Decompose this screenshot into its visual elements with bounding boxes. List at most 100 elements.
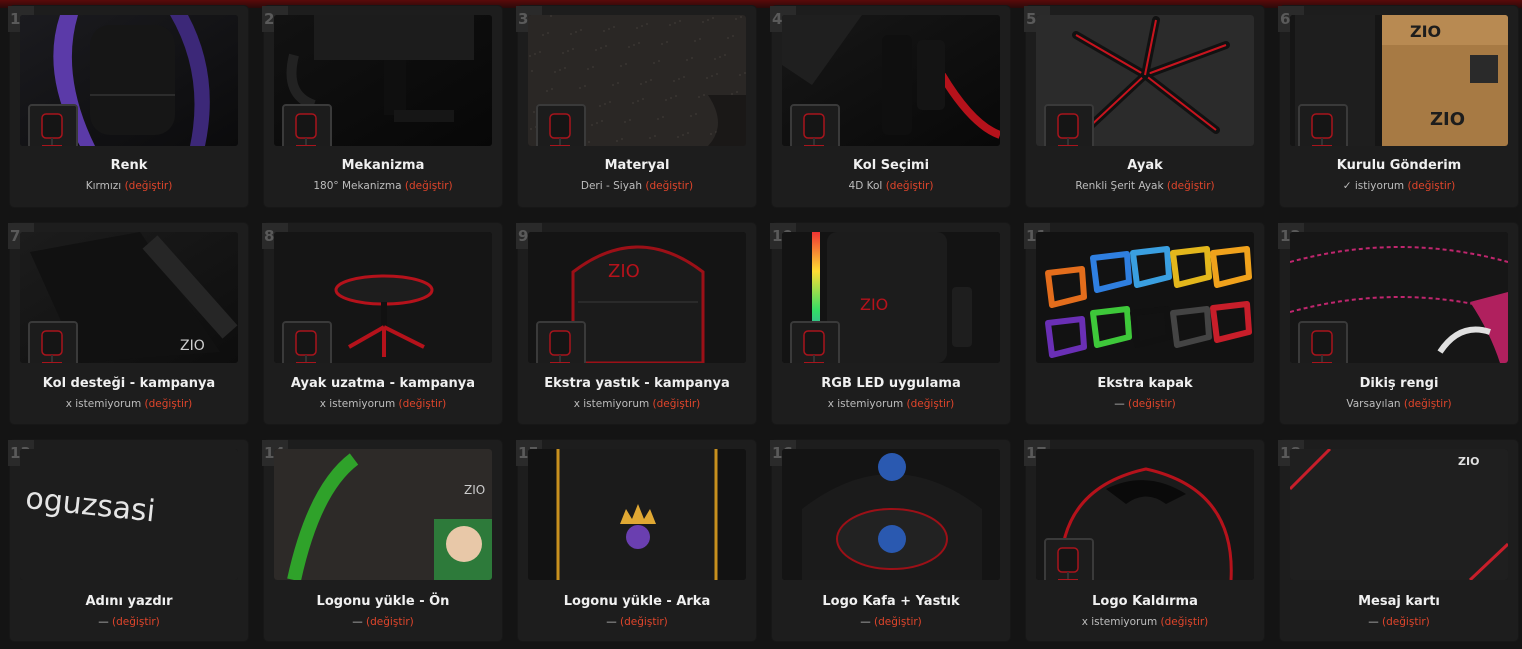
option-title: Materyal — [604, 158, 670, 173]
option-photo[interactable] — [782, 15, 1000, 146]
selected-value: Varsayılan — [1346, 398, 1401, 410]
change-link[interactable]: (değiştir) — [1404, 398, 1452, 410]
option-card[interactable]: 9 ZIO Ekstra yastık - kampanya x istemiyo… — [516, 223, 756, 424]
change-link[interactable]: (değiştir) — [653, 398, 701, 410]
option-card[interactable]: 7 ZIO Kol desteği - kampanya x istemiyoru… — [8, 223, 248, 424]
option-value-line: Renkli Şerit Ayak (değiştir) — [1026, 180, 1264, 192]
option-photo[interactable] — [1036, 232, 1254, 363]
option-title: Ekstra kapak — [1097, 376, 1193, 391]
option-title: Logo Kaldırma — [1092, 594, 1198, 609]
option-value-line: 180° Mekanizma (değiştir) — [264, 180, 502, 192]
change-link[interactable]: (değiştir) — [399, 398, 447, 410]
option-photo[interactable] — [528, 449, 746, 580]
option-card[interactable]: 17 Logo Kaldırmax istemiyorum (değiştir) — [1024, 440, 1264, 641]
option-card[interactable]: 5 Ayak Renkli Şerit Ayak (değiştir) — [1024, 6, 1264, 207]
option-card[interactable]: 16 Logo Kafa + Yastık— (değiştir) — [770, 440, 1010, 641]
selected-value: x istemiyorum — [1081, 616, 1158, 628]
option-photo[interactable]: ZIO — [1290, 449, 1508, 580]
change-link[interactable]: (değiştir) — [125, 180, 173, 192]
selected-variant-thumbnail[interactable] — [282, 104, 332, 146]
selected-value: — — [1114, 398, 1125, 410]
change-link[interactable]: (değiştir) — [907, 398, 955, 410]
option-card[interactable]: 13 oguzsasiAdını yazdır— (değiştir) — [8, 440, 248, 641]
option-card[interactable]: 8 Ayak uzatma - kampanya x istemiyorum (d… — [262, 223, 502, 424]
option-title: Ayak — [1127, 158, 1163, 173]
change-link[interactable]: (değiştir) — [1161, 616, 1209, 628]
option-photo[interactable] — [20, 15, 238, 146]
option-card[interactable]: 18 ZIOMesaj kartı— (değiştir) — [1278, 440, 1518, 641]
change-link[interactable]: (değiştir) — [112, 616, 160, 628]
option-card[interactable]: 2 Mekanizma 180° Mekanizma (değiştir) — [262, 6, 502, 207]
option-title: RGB LED uygulama — [821, 376, 961, 391]
option-card[interactable]: 6 ZIO ZIO Kurulu Gönderim ✓ istiyorum (de… — [1278, 6, 1518, 207]
option-photo[interactable] — [274, 232, 492, 363]
svg-text:ZIO: ZIO — [1458, 455, 1479, 468]
option-value-line: ✓ istiyorum (değiştir) — [1280, 180, 1518, 192]
selected-variant-thumbnail[interactable] — [28, 321, 78, 363]
option-card[interactable]: 10 ZIO RGB LED uygulamax istemiyorum (de… — [770, 223, 1010, 424]
selected-value: ✓ istiyorum — [1342, 180, 1405, 192]
change-link[interactable]: (değiştir) — [1408, 180, 1456, 192]
change-link[interactable]: (değiştir) — [645, 180, 693, 192]
selected-variant-thumbnail[interactable] — [28, 104, 78, 146]
option-card[interactable]: 11Ekstra kapak— (değiştir) — [1024, 223, 1264, 424]
selected-value: x istemiyorum — [319, 398, 396, 410]
change-link[interactable]: (değiştir) — [1167, 180, 1215, 192]
change-link[interactable]: (değiştir) — [366, 616, 414, 628]
change-link[interactable]: (değiştir) — [1382, 616, 1430, 628]
change-link[interactable]: (değiştir) — [886, 180, 934, 192]
option-title: Dikiş rengi — [1359, 376, 1439, 391]
selected-value: — — [98, 616, 109, 628]
option-value-line: Deri - Siyah (değiştir) — [518, 180, 756, 192]
option-photo[interactable] — [1036, 15, 1254, 146]
selected-variant-thumbnail[interactable] — [536, 104, 586, 146]
change-link[interactable]: (değiştir) — [405, 180, 453, 192]
selected-value: x istemiyorum — [573, 398, 650, 410]
option-value-line: — (değiştir) — [518, 616, 756, 628]
option-value-line: — (değiştir) — [1280, 616, 1518, 628]
option-title: Renk — [110, 158, 148, 173]
selected-value: x istemiyorum — [827, 398, 904, 410]
change-link[interactable]: (değiştir) — [620, 616, 668, 628]
selected-variant-thumbnail[interactable] — [536, 321, 586, 363]
option-card[interactable]: 3 Materyal Deri - Siyah (değiştir) — [516, 6, 756, 207]
option-photo[interactable] — [1036, 449, 1254, 580]
option-card[interactable]: 15 Logonu yükle - Arka— (değiştir) — [516, 440, 756, 641]
option-card[interactable]: 1 Renk Kırmızı (değiştir) — [8, 6, 248, 207]
option-value-line: x istemiyorum (değiştir) — [772, 398, 1010, 410]
selected-value: Renkli Şerit Ayak — [1075, 180, 1164, 192]
option-photo[interactable]: ZIO — [20, 232, 238, 363]
selected-value: Kırmızı — [85, 180, 122, 192]
change-link[interactable]: (değiştir) — [1128, 398, 1176, 410]
option-value-line: x istemiyorum (değiştir) — [518, 398, 756, 410]
option-title: Mekanizma — [341, 158, 425, 173]
selected-variant-thumbnail[interactable] — [1044, 104, 1094, 146]
selected-variant-thumbnail[interactable] — [790, 321, 840, 363]
option-photo[interactable]: ZIO — [528, 232, 746, 363]
option-card[interactable]: 14 ZIOLogonu yükle - Ön— (değiştir) — [262, 440, 502, 641]
change-link[interactable]: (değiştir) — [874, 616, 922, 628]
option-photo[interactable]: ZIO ZIO — [1290, 15, 1508, 146]
selected-variant-thumbnail[interactable] — [1298, 321, 1348, 363]
option-card[interactable]: 12 Dikiş rengiVarsayılan (değiştir) — [1278, 223, 1518, 424]
option-card[interactable]: 4 Kol Seçimi 4D Kol (değiştir) — [770, 6, 1010, 207]
svg-text:ZIO: ZIO — [608, 261, 640, 282]
option-title: Logonu yükle - Ön — [316, 594, 450, 609]
option-photo[interactable] — [274, 15, 492, 146]
option-photo[interactable]: ZIO — [274, 449, 492, 580]
option-title: Kol Seçimi — [852, 158, 930, 173]
option-value-line: x istemiyorum (değiştir) — [10, 398, 248, 410]
option-value-line: — (değiştir) — [1026, 398, 1264, 410]
option-photo[interactable] — [782, 449, 1000, 580]
change-link[interactable]: (değiştir) — [145, 398, 193, 410]
option-photo[interactable] — [528, 15, 746, 146]
selected-variant-thumbnail[interactable] — [1044, 538, 1094, 580]
option-photo[interactable]: oguzsasi — [20, 449, 238, 580]
selected-variant-thumbnail[interactable] — [790, 104, 840, 146]
selected-variant-thumbnail[interactable] — [1298, 104, 1348, 146]
option-title: Ayak uzatma - kampanya — [290, 376, 476, 391]
option-value-line: 4D Kol (değiştir) — [772, 180, 1010, 192]
option-photo[interactable]: ZIO — [782, 232, 1000, 363]
selected-variant-thumbnail[interactable] — [282, 321, 332, 363]
option-photo[interactable] — [1290, 232, 1508, 363]
